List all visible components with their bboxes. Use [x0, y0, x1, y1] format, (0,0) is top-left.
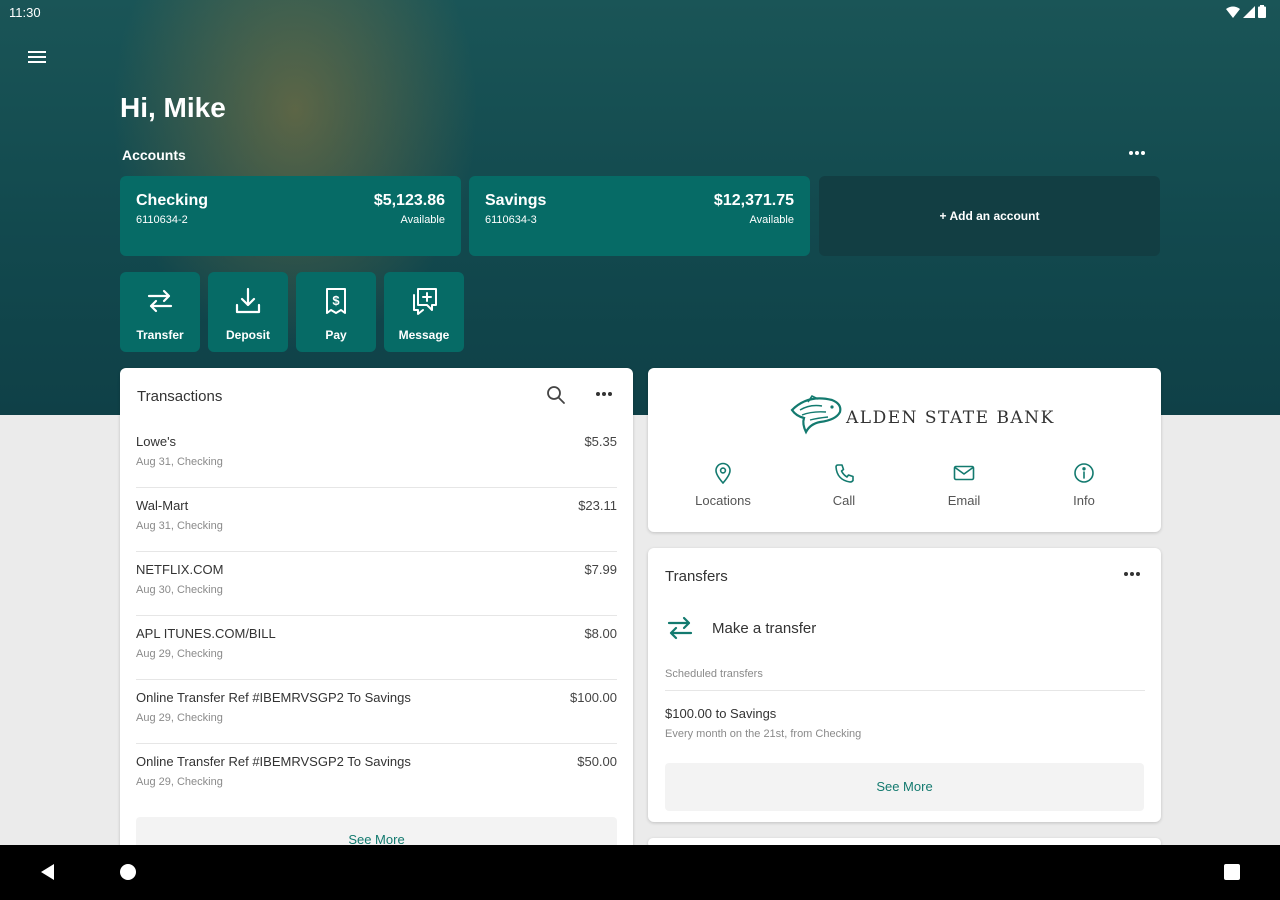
status-bar: 11:30 [0, 0, 1280, 26]
svg-text:$: $ [332, 293, 340, 308]
transaction-amount: $7.99 [584, 562, 617, 577]
account-number: 6110634-2 [136, 214, 188, 226]
transaction-name: Online Transfer Ref #IBEMRVSGP2 To Savin… [136, 690, 411, 705]
deposit-action-button[interactable]: Deposit [208, 272, 288, 352]
scheduled-transfer-subtitle: Every month on the 21st, from Checking [665, 728, 862, 740]
transaction-amount: $23.11 [578, 498, 617, 513]
make-transfer-button[interactable]: Make a transfer [665, 610, 1145, 646]
transfers-see-more-button[interactable]: See More [665, 763, 1144, 811]
deposit-icon [235, 287, 261, 314]
account-number: 6110634-3 [485, 214, 537, 226]
transaction-amount: $50.00 [577, 754, 617, 769]
account-name: Savings [485, 192, 547, 209]
locations-label: Locations [695, 493, 751, 508]
transfers-more-icon[interactable] [1120, 564, 1144, 584]
bank-info-panel: ALDEN STATE BANK Locations Call Email In… [648, 368, 1161, 532]
call-button[interactable]: Call [789, 462, 899, 518]
message-action-button[interactable]: Message [384, 272, 464, 352]
transaction-row[interactable]: Lowe's Aug 31, Checking $5.35 [136, 424, 617, 488]
system-nav-bar [0, 845, 1280, 900]
transfers-panel: Transfers Make a transfer Scheduled tran… [648, 548, 1161, 822]
bank-name: ALDEN STATE BANK [846, 408, 1055, 428]
message-icon [413, 288, 437, 315]
info-label: Info [1073, 493, 1095, 508]
transactions-title: Transactions [137, 388, 223, 405]
transaction-name: Lowe's [136, 434, 177, 449]
transfers-title: Transfers [665, 568, 728, 585]
menu-icon[interactable] [24, 44, 50, 70]
scheduled-transfer-item[interactable]: $100.00 to Savings Every month on the 21… [665, 700, 1145, 744]
back-icon[interactable] [38, 862, 56, 882]
info-button[interactable]: Info [1029, 462, 1139, 518]
accounts-heading: Accounts [122, 147, 186, 163]
account-card-checking[interactable]: Checking 6110634-2 $5,123.86 Available [120, 176, 461, 256]
transaction-row[interactable]: NETFLIX.COM Aug 30, Checking $7.99 [136, 552, 617, 616]
deposit-action-label: Deposit [225, 328, 270, 342]
transaction-name: APL ITUNES.COM/BILL [136, 626, 276, 641]
transaction-row[interactable]: Online Transfer Ref #IBEMRVSGP2 To Savin… [136, 680, 617, 744]
transaction-meta: Aug 29, Checking [136, 648, 223, 660]
greeting: Hi, Mike [120, 92, 226, 123]
pay-action-button[interactable]: $ Pay [296, 272, 376, 352]
balance-label: Available [749, 214, 794, 226]
call-label: Call [832, 493, 856, 508]
transfer-action-label: Transfer [136, 328, 184, 342]
message-action-label: Message [398, 328, 450, 342]
balance-label: Available [400, 214, 445, 226]
location-pin-icon [715, 462, 731, 484]
transaction-amount: $8.00 [584, 626, 617, 641]
scheduled-transfer-title: $100.00 to Savings [665, 706, 777, 721]
status-time: 11:30 [9, 5, 41, 20]
home-icon[interactable] [120, 864, 136, 880]
account-balance: $5,123.86 [373, 192, 445, 209]
transaction-meta: Aug 31, Checking [136, 456, 223, 468]
email-label: Email [947, 493, 981, 508]
status-icons [1226, 5, 1266, 18]
transaction-amount: $5.35 [584, 434, 617, 449]
signal-icon [1243, 5, 1255, 18]
transaction-name: Online Transfer Ref #IBEMRVSGP2 To Savin… [136, 754, 411, 769]
transaction-name: Wal-Mart [136, 498, 189, 513]
transaction-meta: Aug 29, Checking [136, 776, 223, 788]
account-balance: $12,371.75 [713, 192, 794, 209]
make-transfer-label: Make a transfer [712, 620, 817, 637]
scheduled-transfers-heading: Scheduled transfers [665, 668, 763, 680]
battery-icon [1258, 5, 1266, 18]
email-button[interactable]: Email [909, 462, 1019, 518]
transaction-meta: Aug 29, Checking [136, 712, 223, 724]
transaction-row[interactable]: APL ITUNES.COM/BILL Aug 29, Checking $8.… [136, 616, 617, 680]
transaction-meta: Aug 31, Checking [136, 520, 223, 532]
accounts-more-icon[interactable] [1125, 143, 1149, 163]
transactions-panel: Transactions Lowe's Aug 31, Checking $5.… [120, 368, 633, 868]
recents-icon[interactable] [1224, 864, 1240, 880]
transfer-icon [667, 616, 693, 640]
phone-icon [835, 464, 854, 483]
pay-action-label: Pay [325, 328, 347, 342]
divider [665, 690, 1145, 691]
add-account-button[interactable]: + Add an account [819, 176, 1160, 256]
transfer-action-button[interactable]: Transfer [120, 272, 200, 352]
info-icon [1074, 463, 1094, 483]
account-name: Checking [136, 192, 209, 209]
transaction-row[interactable]: Online Transfer Ref #IBEMRVSGP2 To Savin… [136, 744, 617, 808]
transaction-meta: Aug 30, Checking [136, 584, 223, 596]
transaction-name: NETFLIX.COM [136, 562, 224, 577]
pay-icon: $ [326, 288, 346, 314]
transaction-amount: $100.00 [570, 690, 617, 705]
search-icon[interactable] [545, 384, 567, 406]
account-card-savings[interactable]: Savings 6110634-3 $12,371.75 Available [469, 176, 810, 256]
transaction-row[interactable]: Wal-Mart Aug 31, Checking $23.11 [136, 488, 617, 552]
transactions-more-icon[interactable] [592, 384, 616, 404]
locations-button[interactable]: Locations [668, 462, 778, 518]
transfer-icon [147, 289, 173, 313]
email-icon [953, 465, 975, 481]
wifi-icon [1226, 6, 1240, 18]
